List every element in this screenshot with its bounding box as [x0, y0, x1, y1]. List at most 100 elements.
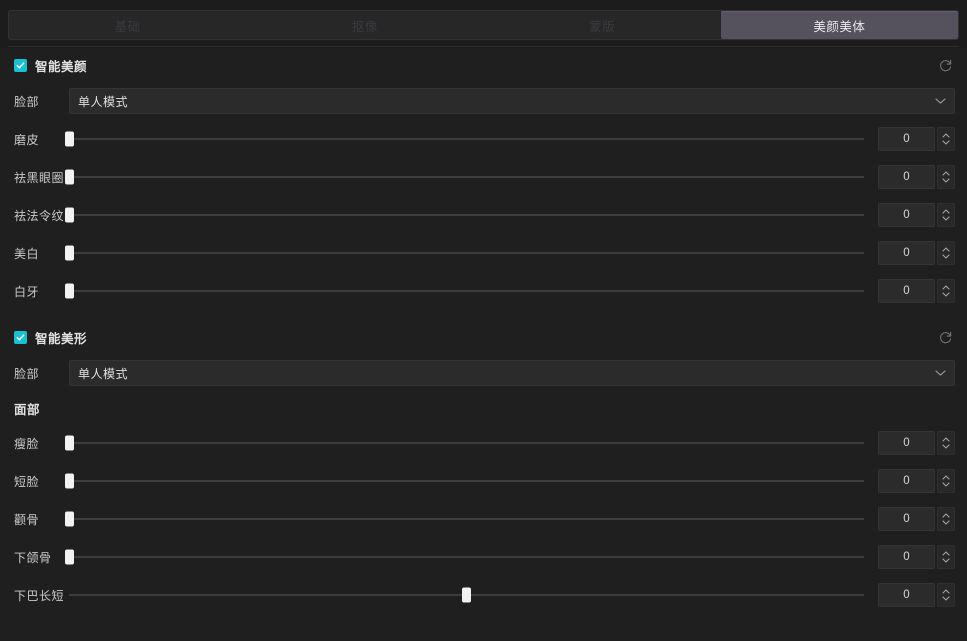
slider-thumb[interactable]: [462, 587, 471, 603]
row-face-select-beauty: 脸部 单人模式: [0, 82, 967, 120]
select-value: 单人模式: [78, 366, 129, 381]
slider-track: [69, 252, 864, 254]
stepper-arrows[interactable]: [937, 431, 955, 455]
section-header-smart-beauty: 智能美颜: [0, 48, 967, 82]
row-slider-nasolabial-folds: 祛法令纹 0: [0, 196, 967, 234]
reset-icon[interactable]: [935, 55, 955, 75]
checkbox-smart-beauty[interactable]: [14, 58, 27, 72]
chevron-up-icon: [942, 247, 950, 252]
chevron-up-icon: [942, 209, 950, 214]
slider-cheekbone[interactable]: [64, 507, 864, 531]
slider-dark-circles[interactable]: [64, 165, 864, 189]
number-input[interactable]: 0: [878, 165, 935, 189]
row-label: 祛黑眼圈: [14, 170, 65, 185]
stepper-arrows[interactable]: [937, 583, 955, 607]
slider-thumb[interactable]: [64, 511, 74, 527]
slider-thumb[interactable]: [64, 549, 74, 565]
stepper-cheekbone: 0: [878, 507, 955, 531]
stepper-short-face: 0: [878, 469, 955, 493]
stepper-slim-face: 0: [878, 431, 955, 455]
stepper-chin-length: 0: [878, 583, 955, 607]
row-slider-whitening: 美白 0: [0, 234, 967, 272]
chevron-up-icon: [942, 171, 950, 176]
slider-thumb[interactable]: [64, 473, 74, 489]
tab-basic[interactable]: 基础: [9, 11, 246, 39]
number-input[interactable]: 0: [878, 583, 935, 607]
slider-track: [69, 442, 864, 444]
slider-thumb[interactable]: [64, 283, 74, 299]
slider-smoothing[interactable]: [64, 127, 864, 151]
chevron-down-icon: [942, 520, 950, 525]
slider-thumb[interactable]: [64, 169, 74, 185]
slider-thumb[interactable]: [64, 245, 74, 261]
slider-short-face[interactable]: [64, 469, 864, 493]
chevron-up-icon: [942, 285, 950, 290]
section-title: 智能美颜: [35, 59, 88, 74]
tab-label: 蒙版: [589, 19, 616, 34]
slider-track: [69, 556, 864, 558]
stepper-arrows[interactable]: [937, 507, 955, 531]
tab-separator: [8, 46, 959, 47]
row-slider-slim-face: 瘦脸 0: [0, 424, 967, 462]
row-slider-chin-length: 下巴长短 0: [0, 576, 967, 614]
row-label: 下巴长短: [14, 588, 65, 603]
slider-thumb[interactable]: [64, 207, 74, 223]
reset-icon[interactable]: [935, 327, 955, 347]
slider-thumb[interactable]: [64, 435, 74, 451]
slider-jawbone[interactable]: [64, 545, 864, 569]
slider-thumb[interactable]: [64, 131, 74, 147]
number-input[interactable]: 0: [878, 469, 935, 493]
beauty-settings-panel: 基础 抠像 蒙版 美颜美体 智能美颜 脸部 单人模式 磨皮 0 祛黑眼圈 0 祛…: [0, 0, 967, 641]
select-face-mode-reshape[interactable]: 单人模式: [69, 360, 955, 386]
row-slider-teeth-whitening: 白牙 0: [0, 272, 967, 310]
stepper-arrows[interactable]: [937, 279, 955, 303]
tab-beauty[interactable]: 美颜美体: [720, 11, 958, 39]
number-input[interactable]: 0: [878, 127, 935, 151]
number-input[interactable]: 0: [878, 241, 935, 265]
slider-slim-face[interactable]: [64, 431, 864, 455]
row-slider-short-face: 短脸 0: [0, 462, 967, 500]
stepper-arrows[interactable]: [937, 127, 955, 151]
select-value: 单人模式: [78, 94, 129, 109]
slider-track: [69, 176, 864, 178]
slider-whitening[interactable]: [64, 241, 864, 265]
row-slider-dark-circles: 祛黑眼圈 0: [0, 158, 967, 196]
stepper-arrows[interactable]: [937, 545, 955, 569]
slider-track: [69, 480, 864, 482]
number-input[interactable]: 0: [878, 203, 935, 227]
row-label: 脸部: [14, 366, 40, 381]
stepper-nasolabial-folds: 0: [878, 203, 955, 227]
number-input[interactable]: 0: [878, 507, 935, 531]
slider-teeth-whitening[interactable]: [64, 279, 864, 303]
row-slider-smoothing: 磨皮 0: [0, 120, 967, 158]
slider-chin-length[interactable]: [69, 583, 864, 607]
checkbox-smart-reshape[interactable]: [14, 330, 27, 344]
chevron-up-icon: [942, 513, 950, 518]
row-label: 脸部: [14, 94, 40, 109]
slider-track: [69, 290, 864, 292]
chevron-down-icon: [942, 596, 950, 601]
row-label: 颧骨: [14, 512, 40, 527]
stepper-dark-circles: 0: [878, 165, 955, 189]
stepper-arrows[interactable]: [937, 241, 955, 265]
slider-nasolabial-folds[interactable]: [64, 203, 864, 227]
chevron-down-icon: [942, 216, 950, 221]
section-title: 智能美形: [35, 331, 88, 346]
stepper-arrows[interactable]: [937, 203, 955, 227]
chevron-down-icon: [935, 98, 946, 105]
tab-chromakey[interactable]: 抠像: [246, 11, 483, 39]
stepper-arrows[interactable]: [937, 469, 955, 493]
number-input[interactable]: 0: [878, 279, 935, 303]
row-label: 下颌骨: [14, 550, 52, 565]
check-icon: [16, 333, 25, 340]
stepper-arrows[interactable]: [937, 165, 955, 189]
tab-mask[interactable]: 蒙版: [484, 11, 721, 39]
number-input[interactable]: 0: [878, 431, 935, 455]
tab-bar: 基础 抠像 蒙版 美颜美体: [8, 10, 959, 40]
chevron-up-icon: [942, 589, 950, 594]
number-input[interactable]: 0: [878, 545, 935, 569]
settings-body: 智能美颜 脸部 单人模式 磨皮 0 祛黑眼圈 0 祛法令纹 0 美白 0 白牙 …: [0, 48, 967, 641]
tab-label: 美颜美体: [813, 19, 866, 34]
select-face-mode-beauty[interactable]: 单人模式: [69, 88, 955, 114]
slider-track: [69, 138, 864, 140]
